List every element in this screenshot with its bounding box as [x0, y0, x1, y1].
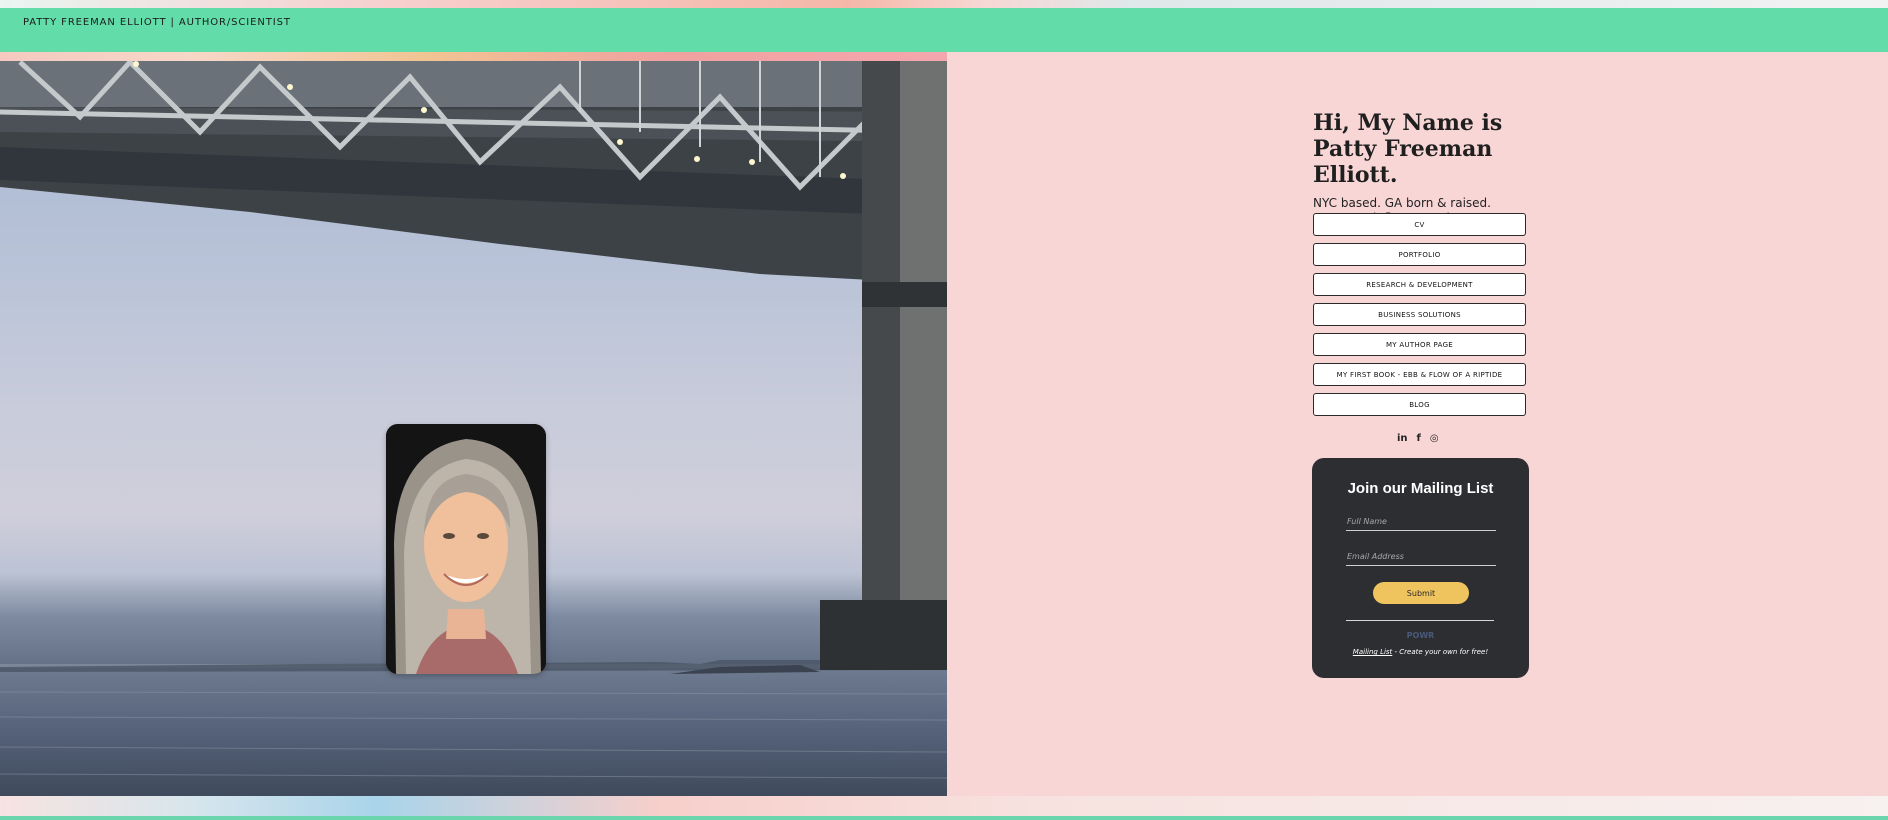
- nav-button-blog[interactable]: BLOG: [1313, 393, 1526, 416]
- greeting-heading: Hi, My Name is Patty Freeman Elliott.: [1313, 110, 1573, 188]
- nav-button-first-book[interactable]: MY FIRST BOOK - EBB & FLOW OF A RIPTIDE: [1313, 363, 1526, 386]
- submit-button[interactable]: Submit: [1373, 582, 1469, 604]
- linkedin-icon[interactable]: in: [1397, 433, 1408, 444]
- intro-section: Hi, My Name is Patty Freeman Elliott. NY…: [1313, 110, 1573, 226]
- social-links: in f ◎: [1397, 433, 1439, 444]
- powr-credit: Mailing List - Create your own for free!: [1312, 648, 1529, 656]
- avatar: [386, 424, 546, 674]
- site-title[interactable]: PATTY FREEMAN ELLIOTT | AUTHOR/SCIENTIST: [23, 17, 291, 28]
- credit-text: - Create your own for free!: [1392, 648, 1489, 656]
- nav-button-list: CV PORTFOLIO RESEARCH & DEVELOPMENT BUSI…: [1313, 213, 1528, 423]
- nav-button-research-development[interactable]: RESEARCH & DEVELOPMENT: [1313, 273, 1526, 296]
- tagline-line-1: NYC based. GA born & raised.: [1313, 196, 1491, 210]
- card-divider: [1346, 620, 1494, 621]
- nav-button-portfolio[interactable]: PORTFOLIO: [1313, 243, 1526, 266]
- mailing-list-card: Join our Mailing List Submit POWR Mailin…: [1312, 458, 1529, 678]
- header-bar: PATTY FREEMAN ELLIOTT | AUTHOR/SCIENTIST: [0, 8, 1888, 52]
- top-gradient-stripe: [0, 0, 1888, 8]
- greeting-line-1: Hi, My Name is: [1313, 110, 1503, 136]
- mailing-list-link[interactable]: Mailing List: [1353, 648, 1393, 656]
- facebook-icon[interactable]: f: [1417, 433, 1421, 444]
- greeting-line-2: Patty Freeman Elliott.: [1313, 136, 1493, 188]
- nav-button-cv[interactable]: CV: [1313, 213, 1526, 236]
- nav-button-author-page[interactable]: MY AUTHOR PAGE: [1313, 333, 1526, 356]
- instagram-icon[interactable]: ◎: [1430, 433, 1439, 444]
- powr-logo[interactable]: POWR: [1312, 631, 1529, 640]
- mailing-list-title: Join our Mailing List: [1347, 480, 1494, 497]
- nav-button-business-solutions[interactable]: BUSINESS SOLUTIONS: [1313, 303, 1526, 326]
- bottom-green-line: [0, 816, 1888, 820]
- full-name-field[interactable]: [1346, 512, 1496, 531]
- portrait-image: [386, 424, 546, 674]
- hero-gradient-edge: [0, 52, 947, 61]
- email-field[interactable]: [1346, 547, 1496, 566]
